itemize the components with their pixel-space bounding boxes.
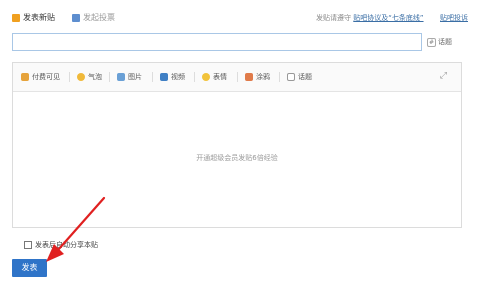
toolbar-doodle[interactable]: 涂鸦	[245, 71, 270, 83]
topic-link[interactable]: # 话题	[427, 36, 452, 48]
video-icon	[160, 73, 168, 81]
tab-new-post-label: 发表新贴	[23, 13, 55, 22]
toolbar-doodle-label: 涂鸦	[256, 73, 270, 81]
toolbar-video-label: 视频	[171, 73, 185, 81]
toolbar-topic[interactable]: 话题	[287, 71, 312, 83]
toolbar-bubble[interactable]: 气泡	[77, 71, 102, 83]
toolbar-paid[interactable]: 付费可见	[21, 71, 60, 83]
share-checkbox[interactable]	[24, 241, 32, 249]
bubble-icon	[77, 73, 85, 81]
paid-icon	[21, 73, 29, 81]
report-link[interactable]: 贴吧投诉	[440, 14, 468, 22]
header-links: 发贴请遵守 贴吧协议及“七条底线” 贴吧投诉	[316, 12, 468, 24]
new-post-icon	[12, 14, 20, 22]
tab-poll-label: 发起投票	[83, 13, 115, 22]
share-label: 发表后自动分享本贴	[35, 241, 98, 249]
share-option[interactable]: 发表后自动分享本贴	[24, 240, 98, 250]
toolbar-video[interactable]: 视频	[160, 71, 185, 83]
image-icon	[117, 73, 125, 81]
doodle-icon	[245, 73, 253, 81]
tab-poll[interactable]: 发起投票	[72, 12, 115, 24]
agreement-link[interactable]: 贴吧协议及“七条底线”	[353, 14, 423, 22]
title-input[interactable]	[12, 33, 422, 51]
editor-placeholder: 开通超级会员发贴6倍经验	[196, 154, 278, 162]
topic-link-label: 话题	[438, 38, 452, 46]
toolbar-image-label: 图片	[128, 73, 142, 81]
toolbar-image[interactable]: 图片	[117, 71, 142, 83]
header-bar: 发表新贴 发起投票 发贴请遵守 贴吧协议及“七条底线” 贴吧投诉	[12, 12, 468, 24]
editor-toolbar: 付费可见 气泡 图片 视频 表情 涂鸦 话题 ⤢	[13, 63, 461, 92]
toolbar-paid-label: 付费可见	[32, 73, 60, 81]
emoji-icon	[202, 73, 210, 81]
post-editor: 付费可见 气泡 图片 视频 表情 涂鸦 话题 ⤢ 开通超级会员发贴6倍经验	[12, 62, 462, 228]
tab-new-post[interactable]: 发表新贴	[12, 12, 55, 24]
toolbar-topic-label: 话题	[298, 73, 312, 81]
toolbar-bubble-label: 气泡	[88, 73, 102, 81]
expand-icon[interactable]: ⤢	[440, 71, 447, 81]
hash-icon: #	[427, 37, 436, 47]
topic-icon	[287, 73, 295, 81]
toolbar-emoji-label: 表情	[213, 73, 227, 81]
toolbar-emoji[interactable]: 表情	[202, 71, 227, 83]
poll-icon	[72, 14, 80, 22]
agreement-prefix: 发贴请遵守	[316, 14, 352, 22]
submit-button[interactable]: 发表	[12, 259, 47, 277]
